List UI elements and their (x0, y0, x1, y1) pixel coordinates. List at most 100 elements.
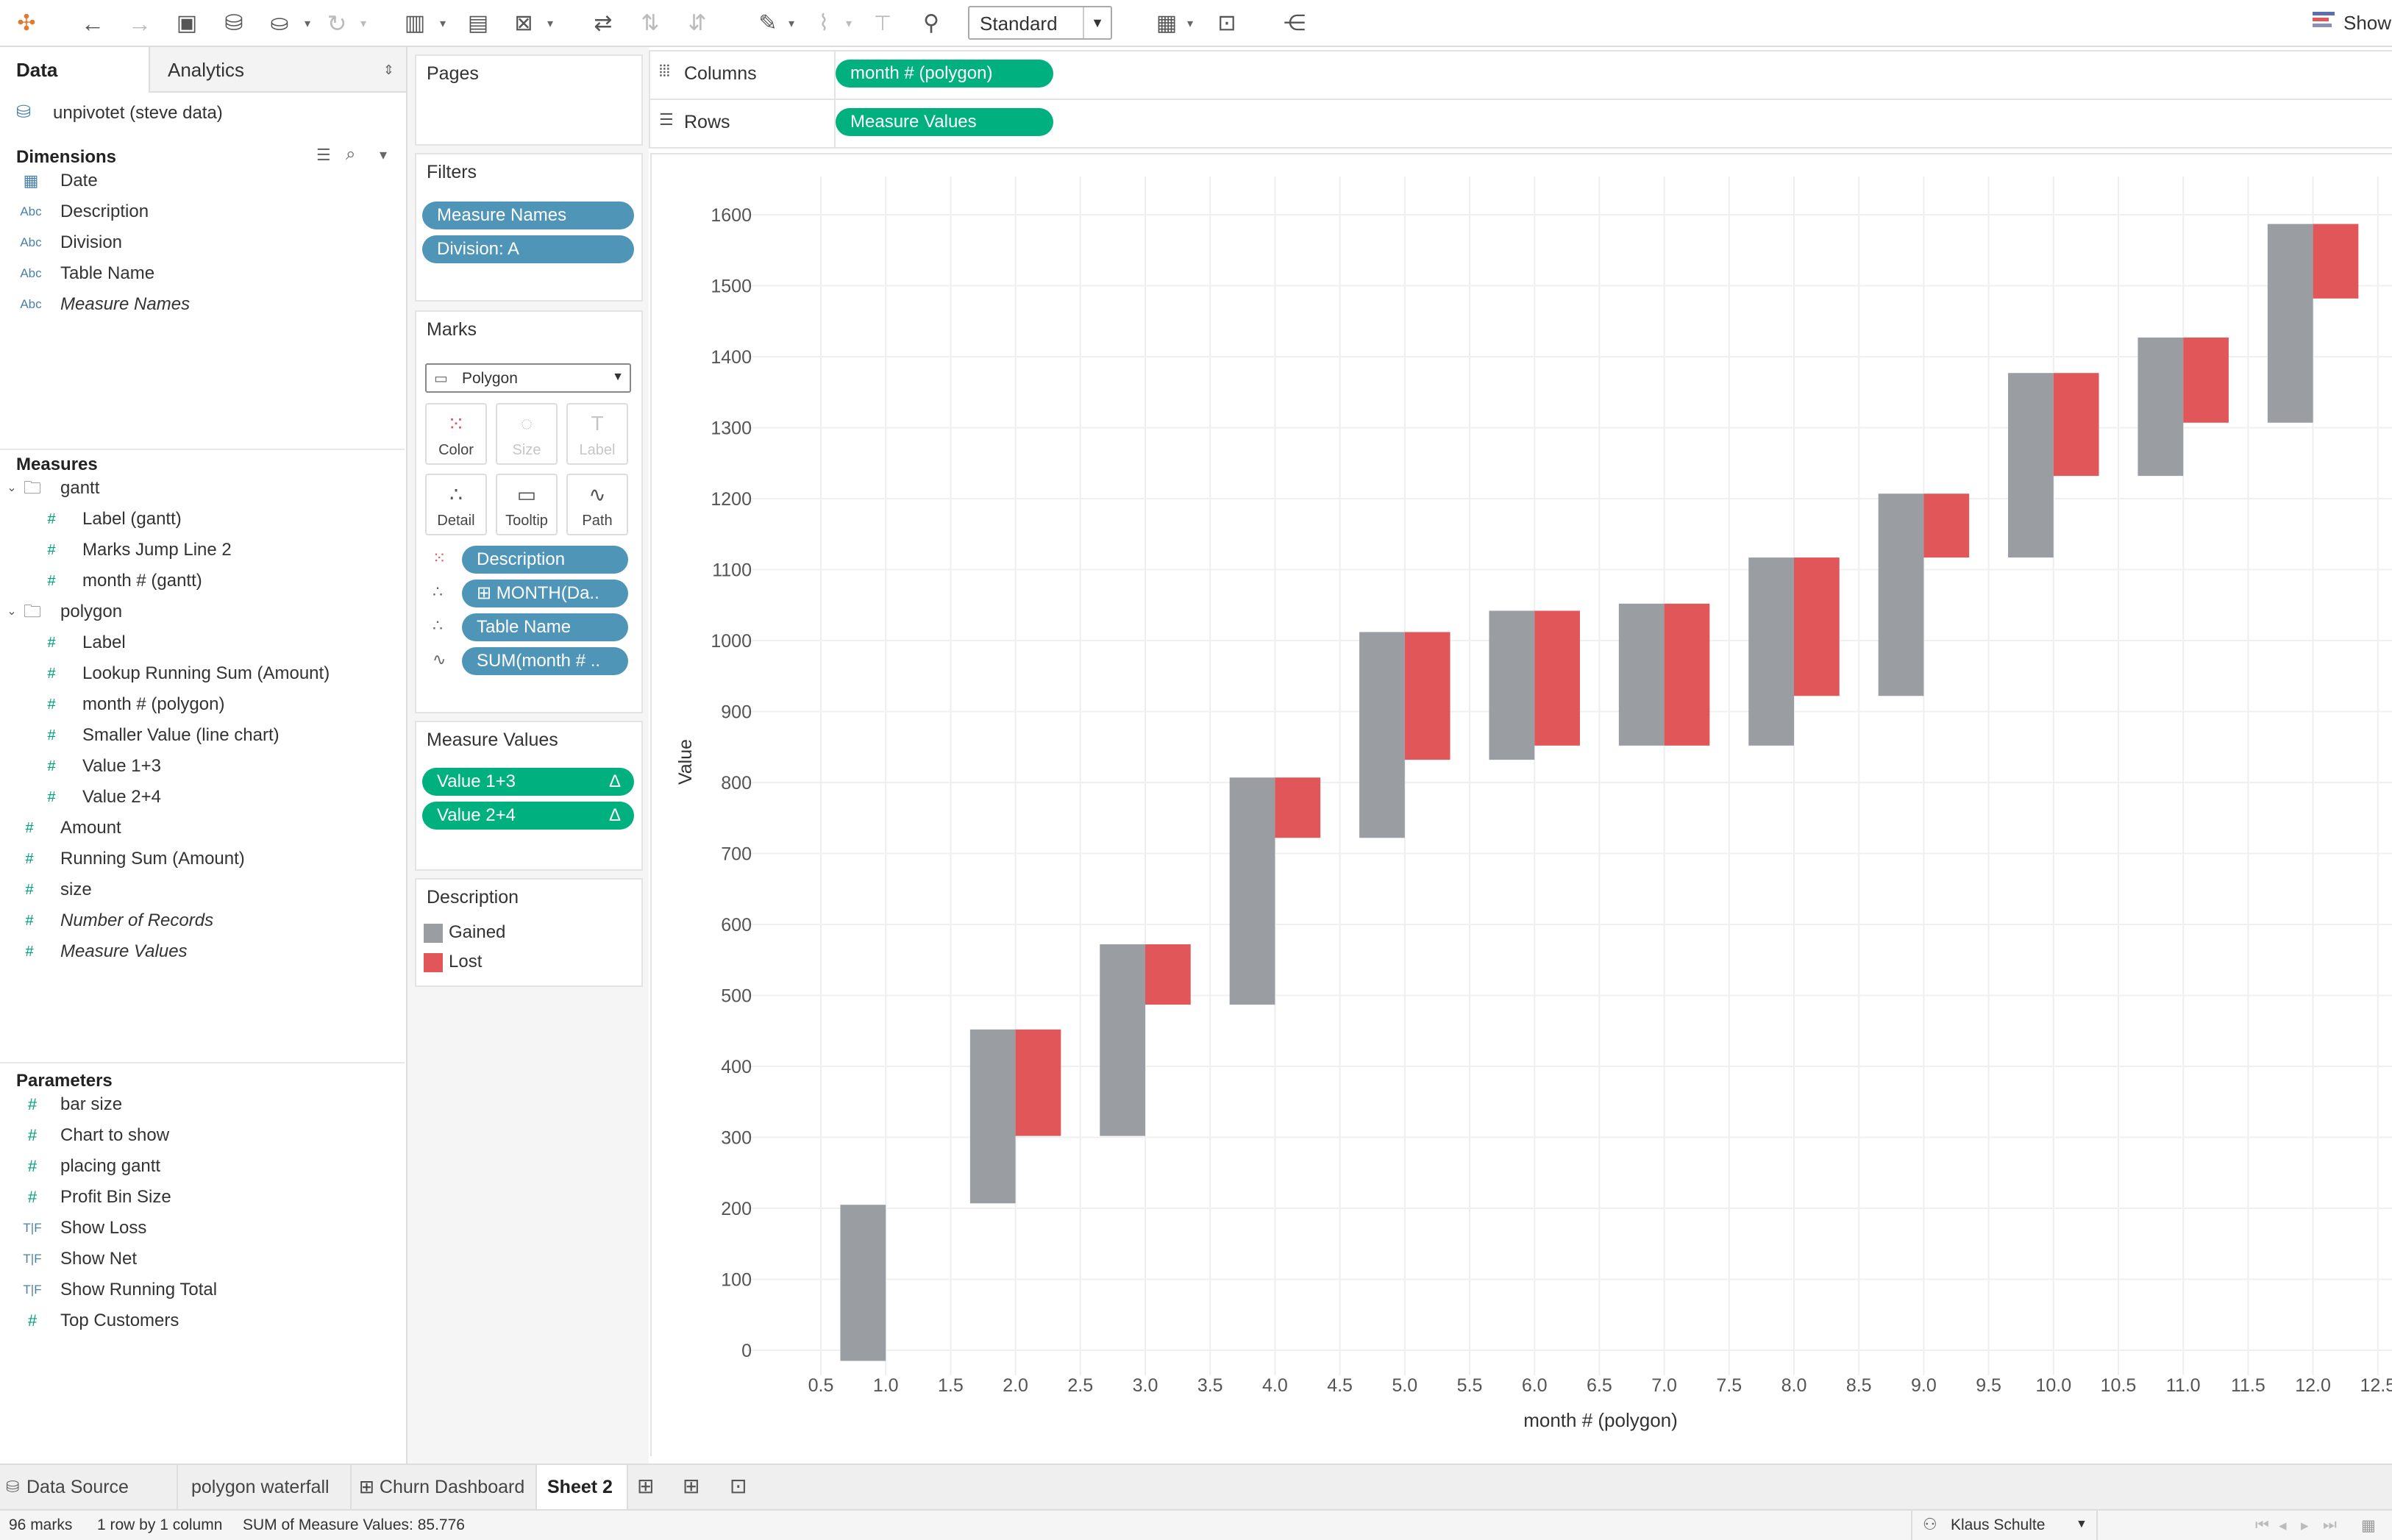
sort-descending-icon[interactable]: ⇵ (683, 9, 712, 38)
detail-button[interactable]: ∴ Detail (425, 474, 487, 535)
grid-view-icon[interactable]: ▦ (2361, 1516, 2376, 1535)
gained-bar[interactable] (1229, 777, 1275, 1005)
folder-item[interactable]: ⌄ 🗀 gantt (0, 474, 405, 503)
label-button[interactable]: T Label (566, 403, 628, 465)
dimension-field[interactable]: Abc Division (0, 228, 405, 257)
parameter-field[interactable]: # placing gantt (0, 1152, 405, 1181)
first-page-icon[interactable]: ⏮ (2255, 1516, 2269, 1534)
refresh-caret-icon[interactable]: ▾ (360, 16, 371, 30)
lost-bar[interactable] (1923, 493, 1970, 558)
data-source-name[interactable]: unpivotet (steve data) (53, 103, 223, 124)
measure-field[interactable]: # Smaller Value (line chart) (0, 721, 405, 750)
duplicate-sheet-icon[interactable]: ▤ (463, 9, 493, 38)
measure-value-pill[interactable]: Value 1+3 Δ (422, 768, 634, 796)
filter-pill-measure-names[interactable]: Measure Names (422, 202, 634, 229)
filter-pill-division[interactable]: Division: A (422, 235, 634, 263)
lost-bar[interactable] (1534, 610, 1580, 746)
data-source-caret-icon[interactable]: ▾ (305, 16, 315, 30)
pages-card[interactable]: Pages (415, 54, 643, 146)
clear-sheet-caret-icon[interactable]: ▾ (547, 16, 558, 30)
gained-bar[interactable] (840, 1205, 886, 1361)
label-icon[interactable]: ⊤ (868, 9, 897, 38)
measure-field[interactable]: # Measure Values (0, 937, 405, 966)
new-worksheet-icon[interactable]: ▥ (400, 9, 430, 38)
tab-sheet-2[interactable]: Sheet 2 (537, 1465, 628, 1509)
clear-sheet-icon[interactable]: ⊠ (509, 9, 538, 38)
share-icon[interactable]: ⋲ (1280, 9, 1309, 38)
new-data-source-icon[interactable]: ⛁ (219, 9, 249, 38)
mark-field-pill[interactable]: ⊞ MONTH(Da.. (462, 580, 628, 607)
data-source-icon[interactable]: ⛀ (265, 9, 294, 38)
waterfall-chart[interactable]: 0 100 200 300 400 500 600 700 800 900 1000 1100 1200… (652, 154, 2392, 1456)
tab-churn-dashboard[interactable]: ⊞ Churn Dashboard (352, 1465, 537, 1509)
show-cards-caret-icon[interactable]: ▾ (1187, 16, 1197, 30)
measure-field[interactable]: # Label (0, 628, 405, 657)
rows-pill[interactable]: Measure Values (836, 108, 1053, 136)
measure-field[interactable]: # Marks Jump Line 2 (0, 535, 405, 565)
lost-bar[interactable] (1015, 1029, 1061, 1136)
measure-field[interactable]: # Value 2+4 (0, 783, 405, 812)
measure-field[interactable]: # Number of Records (0, 906, 405, 935)
parameter-field[interactable]: # Top Customers (0, 1306, 405, 1336)
gained-bar[interactable] (1489, 610, 1535, 760)
tableau-logo-icon[interactable]: ✣ (12, 9, 41, 38)
lost-bar[interactable] (1145, 944, 1191, 1005)
lost-bar[interactable] (1404, 632, 1450, 760)
group-icon[interactable]: ⌇ (809, 9, 839, 38)
dimension-field[interactable]: Abc Description (0, 197, 405, 227)
mark-type-select[interactable]: ▭ Polygon ▼ (425, 363, 631, 393)
lost-bar[interactable] (1664, 603, 1710, 746)
gained-bar[interactable] (1748, 557, 1794, 746)
show-me-button[interactable]: Show (2343, 12, 2391, 35)
chevron-down-icon[interactable]: ▾ (380, 146, 387, 164)
parameter-field[interactable]: T|F Show Running Total (0, 1275, 405, 1305)
color-legend-card[interactable]: Description Gained Lost (415, 878, 643, 987)
measure-field[interactable]: # month # (polygon) (0, 690, 405, 719)
swap-icon[interactable]: ⇄ (588, 9, 618, 38)
gained-bar[interactable] (2267, 224, 2313, 423)
gained-bar[interactable] (1618, 603, 1665, 746)
new-story-icon[interactable]: ⊡ (730, 1474, 747, 1498)
user-menu[interactable]: ⚇ Klaus Schulte ▼ (1911, 1511, 2098, 1540)
sort-ascending-icon[interactable]: ⇅ (636, 9, 665, 38)
lost-bar[interactable] (1275, 777, 1321, 838)
measure-values-card[interactable]: Measure Values Value 1+3 Δ Value 2+4 Δ (415, 721, 643, 871)
detail-icon[interactable]: ∴ (433, 582, 443, 602)
gained-bar[interactable] (969, 1029, 1016, 1204)
highlight-caret-icon[interactable]: ▾ (789, 16, 799, 30)
dimension-field[interactable]: ▦ Date (0, 166, 405, 196)
color-icon[interactable]: ⁙ (433, 549, 446, 568)
tab-data[interactable]: Data (0, 47, 147, 93)
fit-select[interactable]: Standard ▼ (968, 6, 1112, 40)
search-icon[interactable]: ⌕ (346, 144, 355, 165)
refresh-icon[interactable]: ↻ (322, 9, 352, 38)
size-button[interactable]: ◌ Size (496, 403, 558, 465)
rows-shelf[interactable]: ☰ Rows Measure Values (649, 99, 2392, 149)
path-icon[interactable]: ∿ (433, 650, 446, 669)
tab-data-source[interactable]: ⛁ Data Source (0, 1465, 178, 1509)
filters-card[interactable]: Filters Measure Names Division: A (415, 153, 643, 302)
highlight-icon[interactable]: ✎ (753, 9, 783, 38)
folder-item[interactable]: ⌄ 🗀 polygon (0, 597, 405, 627)
gained-bar[interactable] (1359, 632, 1405, 838)
mark-field-pill[interactable]: Table Name (462, 613, 628, 641)
new-worksheet-icon[interactable]: ⊞ (637, 1474, 654, 1498)
tab-analytics[interactable]: Analytics ⇕ (149, 47, 406, 93)
color-button[interactable]: ⁙ Color (425, 403, 487, 465)
mark-field-pill[interactable]: SUM(month # .. (462, 647, 628, 675)
measure-field[interactable]: # Running Sum (Amount) (0, 844, 405, 874)
gained-bar[interactable] (1878, 493, 1924, 696)
save-icon[interactable]: ▣ (172, 9, 202, 38)
measure-field[interactable]: # Amount (0, 813, 405, 843)
tab-polygon-waterfall[interactable]: polygon waterfall (178, 1465, 352, 1509)
path-button[interactable]: ∿ Path (566, 474, 628, 535)
gained-bar[interactable] (2138, 337, 2184, 477)
detail-icon[interactable]: ∴ (433, 616, 443, 635)
gained-bar[interactable] (1100, 944, 1145, 1136)
measure-field[interactable]: # Lookup Running Sum (Amount) (0, 659, 405, 688)
pin-icon[interactable]: ⚲ (916, 9, 946, 38)
new-worksheet-caret-icon[interactable]: ▾ (440, 16, 450, 30)
dimension-field[interactable]: Abc Measure Names (0, 290, 405, 319)
lost-bar[interactable] (2183, 337, 2229, 423)
viz-area[interactable]: 0 100 200 300 400 500 600 700 800 900 1000 1100 1200… (650, 153, 2392, 1456)
